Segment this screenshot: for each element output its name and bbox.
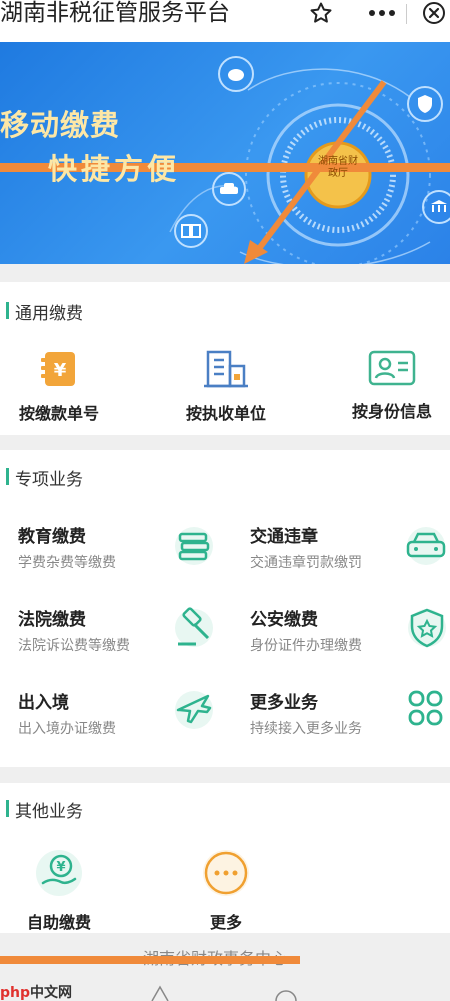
- self-service-payment[interactable]: ¥ 自助缴费: [0, 849, 118, 933]
- service-title: 交通违章: [250, 527, 318, 547]
- service-title: 法院缴费: [18, 610, 86, 630]
- banner-emblem-text: 湖南省财政厅: [318, 156, 358, 179]
- bank-icon: [422, 190, 450, 224]
- service-title: 更多业务: [250, 693, 318, 713]
- grid-label: 按缴款单号: [18, 404, 99, 423]
- id-card-icon: [368, 350, 416, 390]
- hand-yuan-icon: ¥: [35, 849, 83, 901]
- svg-text:¥: ¥: [54, 360, 67, 381]
- car-icon: [212, 172, 246, 206]
- gavel-icon[interactable]: [172, 606, 216, 654]
- section-title: 通用缴费: [15, 304, 83, 324]
- building-icon: [204, 350, 248, 392]
- other-services-section: 其他业务 ¥ 自助缴费 更多: [0, 783, 450, 933]
- top-bar: 湖南非税征管服务平台: [0, 0, 450, 42]
- service-title: 公安缴费: [250, 610, 318, 630]
- section-bar: [6, 468, 9, 485]
- other-more[interactable]: 更多: [167, 849, 285, 933]
- svg-text:¥: ¥: [56, 860, 65, 875]
- book-icon: [174, 214, 208, 248]
- service-police[interactable]: 公安缴费 身份证件办理缴费: [250, 605, 410, 657]
- police-shield-icon[interactable]: [406, 606, 448, 654]
- promo-banner[interactable]: 移动缴费 快捷方便 湖南省财政厅: [0, 42, 450, 264]
- watermark: php中文网: [0, 982, 72, 1001]
- grid-label: 按执收单位: [185, 404, 266, 423]
- banner-subtitle: 快捷方便: [48, 152, 181, 186]
- service-traffic[interactable]: 交通违章 交通违章罚款缴罚: [250, 522, 410, 574]
- watermark-black: 中文网: [30, 985, 73, 1001]
- grid-label: 按身份信息: [351, 402, 432, 421]
- service-desc: 持续接入更多业务: [250, 721, 362, 737]
- section-title: 其他业务: [15, 802, 83, 822]
- service-more[interactable]: 更多业务 持续接入更多业务: [250, 688, 410, 740]
- close-icon[interactable]: [420, 0, 448, 26]
- car-icon[interactable]: [404, 526, 448, 570]
- star-icon[interactable]: [306, 0, 336, 26]
- section-bar: [6, 302, 9, 319]
- ellipsis-circle-icon: [202, 849, 250, 901]
- more-icon[interactable]: [364, 0, 400, 26]
- app-title: 湖南非税征管服务平台: [0, 0, 230, 26]
- section-title: 专项业务: [15, 470, 83, 490]
- pay-by-identity[interactable]: 按身份信息: [333, 350, 450, 422]
- shield-icon: [407, 86, 443, 122]
- banner-title: 移动缴费: [0, 108, 121, 142]
- service-desc: 学费杂费等缴费: [18, 555, 116, 571]
- airplane-icon[interactable]: [172, 688, 216, 736]
- grid-label: 更多: [209, 913, 242, 932]
- grid-label: 自助缴费: [26, 913, 91, 932]
- service-desc: 出入境办证缴费: [18, 721, 116, 737]
- general-payment-section: 通用缴费 ¥ 按缴款单号 按执收单位 按身份信息: [0, 282, 450, 435]
- books-icon[interactable]: [172, 526, 216, 570]
- service-title: 教育缴费: [18, 527, 86, 547]
- piggy-bank-icon: [218, 56, 254, 92]
- pay-by-collection-unit[interactable]: 按执收单位: [167, 350, 285, 424]
- section-bar: [6, 800, 9, 817]
- pay-by-slip-number[interactable]: ¥ 按缴款单号: [0, 350, 118, 424]
- header-divider: [406, 4, 407, 24]
- service-desc: 交通违章罚款缴罚: [250, 555, 362, 571]
- service-title: 出入境: [18, 693, 69, 713]
- special-services-section: 专项业务 教育缴费 学费杂费等缴费 交通违章 交通违章罚款缴罚 法院缴费 法院诉…: [0, 450, 450, 767]
- service-desc: 法院诉讼费等缴费: [18, 638, 130, 654]
- four-squares-icon[interactable]: [406, 688, 446, 734]
- watermark-red: php: [0, 985, 31, 1001]
- receipt-yuan-icon: ¥: [41, 350, 77, 392]
- service-desc: 身份证件办理缴费: [250, 638, 362, 654]
